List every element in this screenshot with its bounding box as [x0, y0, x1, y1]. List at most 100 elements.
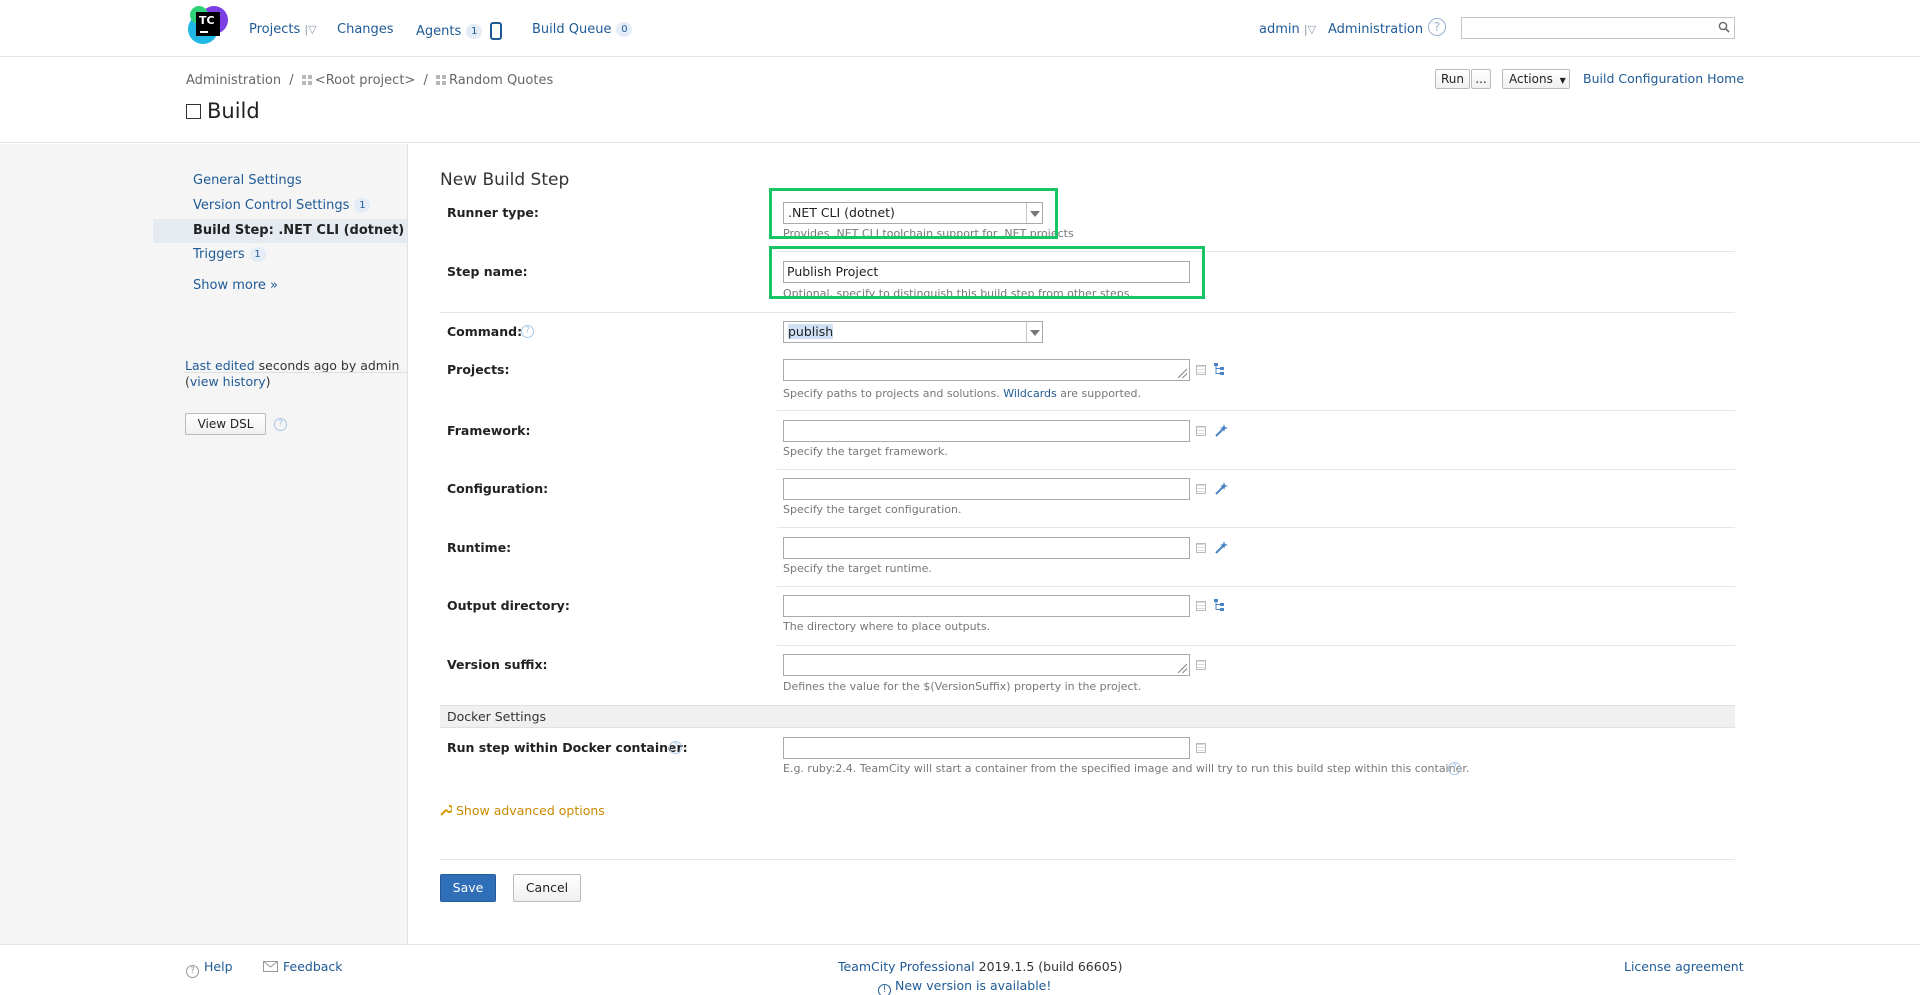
- sidebar-item-build-step[interactable]: Build Step: .NET CLI (dotnet): [193, 223, 404, 238]
- help-icon[interactable]: ?: [1448, 762, 1461, 775]
- version-suffix-input[interactable]: [783, 654, 1190, 676]
- file-tree-icon[interactable]: [1214, 363, 1228, 375]
- help-icon[interactable]: ?: [669, 741, 682, 754]
- row-divider: [777, 469, 1735, 470]
- nav-agents-label[interactable]: Agents: [416, 24, 461, 39]
- user-menu[interactable]: admin |▽: [1259, 22, 1316, 37]
- nav-administration[interactable]: Administration: [1328, 22, 1423, 37]
- sidebar-show-more[interactable]: Show more »: [193, 278, 278, 293]
- form-bottom-divider: [440, 859, 1735, 860]
- breadcrumb-administration[interactable]: Administration: [186, 73, 281, 88]
- framework-hint: Specify the target framework.: [783, 445, 948, 458]
- parameters-icon[interactable]: [1196, 543, 1206, 553]
- license-agreement-link[interactable]: License agreement: [1624, 959, 1744, 974]
- show-advanced-options-label[interactable]: Show advanced options: [456, 803, 605, 818]
- help-icon[interactable]: ?: [1428, 18, 1446, 36]
- user-name[interactable]: admin: [1259, 22, 1300, 37]
- top-navigation-bar: TC Projects |▽ Changes Agents 1 Build Que…: [0, 0, 1920, 57]
- search-input[interactable]: [1461, 17, 1735, 39]
- nav-build-queue[interactable]: Build Queue 0: [532, 22, 633, 37]
- breadcrumb-random-quotes[interactable]: Random Quotes: [449, 73, 553, 88]
- parameters-icon[interactable]: [1196, 426, 1206, 436]
- file-tree-icon[interactable]: [1214, 599, 1228, 611]
- magic-wand-icon[interactable]: [1214, 424, 1228, 438]
- parameters-icon[interactable]: [1196, 601, 1206, 611]
- view-dsl-button[interactable]: View DSL: [185, 413, 266, 435]
- chevron-down-icon[interactable]: [1026, 322, 1042, 342]
- user-dropdown-icon[interactable]: |▽: [1304, 23, 1316, 36]
- build-queue-count-badge: 0: [616, 22, 633, 37]
- new-version-link[interactable]: ! New version is available!: [878, 978, 1051, 995]
- new-version-label[interactable]: New version is available!: [895, 978, 1051, 993]
- nav-build-queue-label[interactable]: Build Queue: [532, 22, 611, 37]
- parameters-icon[interactable]: [1196, 484, 1206, 494]
- projects-hint-text: Specify paths to projects and solutions.: [783, 387, 1000, 400]
- version-suffix-label: Version suffix:: [447, 657, 548, 672]
- view-history-link[interactable]: view history: [190, 374, 266, 389]
- command-select[interactable]: publish: [783, 321, 1043, 343]
- framework-label: Framework:: [447, 423, 531, 438]
- triggers-count-badge: 1: [249, 247, 266, 262]
- help-icon[interactable]: ?: [274, 418, 287, 431]
- docker-settings-section: Docker Settings: [440, 705, 1735, 728]
- page-title-text: Build: [207, 99, 260, 123]
- projects-dropdown-icon[interactable]: |▽: [304, 23, 316, 36]
- runtime-input[interactable]: [783, 537, 1190, 559]
- framework-input[interactable]: [783, 420, 1190, 442]
- configuration-input[interactable]: [783, 478, 1190, 500]
- parameters-icon[interactable]: [1196, 743, 1206, 753]
- runner-type-highlight-box: [769, 188, 1058, 239]
- last-edited-link[interactable]: Last edited: [185, 358, 255, 373]
- parameters-icon[interactable]: [1196, 365, 1206, 375]
- help-link[interactable]: ? Help: [186, 959, 233, 978]
- projects-input[interactable]: [783, 359, 1190, 381]
- product-info: TeamCity Professional 2019.1.5 (build 66…: [838, 959, 1123, 974]
- sidebar-item-vcs-label[interactable]: Version Control Settings: [193, 198, 349, 213]
- configuration-hint: Specify the target configuration.: [783, 503, 962, 516]
- parameters-icon[interactable]: [1196, 660, 1206, 670]
- product-link[interactable]: TeamCity Professional: [838, 959, 975, 974]
- help-link-label[interactable]: Help: [204, 959, 233, 974]
- help-icon[interactable]: ?: [521, 325, 534, 338]
- help-icon: ?: [186, 965, 199, 978]
- projects-hint: Specify paths to projects and solutions.…: [783, 387, 1141, 400]
- sidebar: [0, 144, 408, 944]
- wildcards-link[interactable]: Wildcards: [1003, 387, 1057, 400]
- nav-changes[interactable]: Changes: [337, 22, 394, 37]
- breadcrumb: Administration / <Root project> / Random…: [186, 73, 553, 88]
- row-divider: [777, 645, 1735, 646]
- feedback-link-label[interactable]: Feedback: [283, 959, 343, 974]
- teamcity-logo[interactable]: TC: [188, 6, 228, 46]
- chevron-down-icon[interactable]: ▼: [1560, 76, 1566, 85]
- search-icon[interactable]: [1718, 21, 1730, 33]
- sidebar-item-triggers[interactable]: Triggers 1: [193, 247, 266, 262]
- actions-label[interactable]: Actions: [1509, 72, 1553, 86]
- nav-projects[interactable]: Projects |▽: [249, 22, 317, 37]
- breadcrumb-separator: /: [289, 73, 294, 88]
- last-edited-text: seconds ago by admin: [258, 358, 400, 373]
- cancel-button[interactable]: Cancel: [513, 874, 581, 902]
- build-config-home-link[interactable]: Build Configuration Home: [1583, 71, 1744, 86]
- run-options-button[interactable]: ...: [1471, 69, 1491, 89]
- nav-agents[interactable]: Agents 1: [416, 22, 503, 40]
- nav-projects-label[interactable]: Projects: [249, 22, 300, 37]
- row-divider: [777, 586, 1735, 587]
- sidebar-item-version-control[interactable]: Version Control Settings 1: [193, 198, 371, 213]
- wrench-icon: [440, 805, 454, 816]
- magic-wand-icon[interactable]: [1214, 541, 1228, 555]
- feedback-link[interactable]: Feedback: [263, 959, 343, 974]
- actions-dropdown[interactable]: Actions ▼: [1502, 69, 1570, 89]
- magic-wand-icon[interactable]: [1214, 482, 1228, 496]
- sidebar-item-general-settings[interactable]: General Settings: [193, 173, 302, 188]
- form-title: New Build Step: [440, 170, 570, 190]
- step-name-label: Step name:: [447, 264, 528, 279]
- run-button[interactable]: Run: [1435, 69, 1470, 89]
- docker-image-input[interactable]: [783, 737, 1190, 759]
- sidebar-item-triggers-label[interactable]: Triggers: [193, 247, 245, 262]
- breadcrumb-root-project[interactable]: <Root project>: [315, 73, 416, 88]
- agent-icon[interactable]: [490, 22, 503, 40]
- save-button[interactable]: Save: [440, 874, 496, 902]
- output-directory-label: Output directory:: [447, 598, 570, 613]
- show-advanced-options-link[interactable]: Show advanced options: [440, 803, 605, 818]
- output-directory-input[interactable]: [783, 595, 1190, 617]
